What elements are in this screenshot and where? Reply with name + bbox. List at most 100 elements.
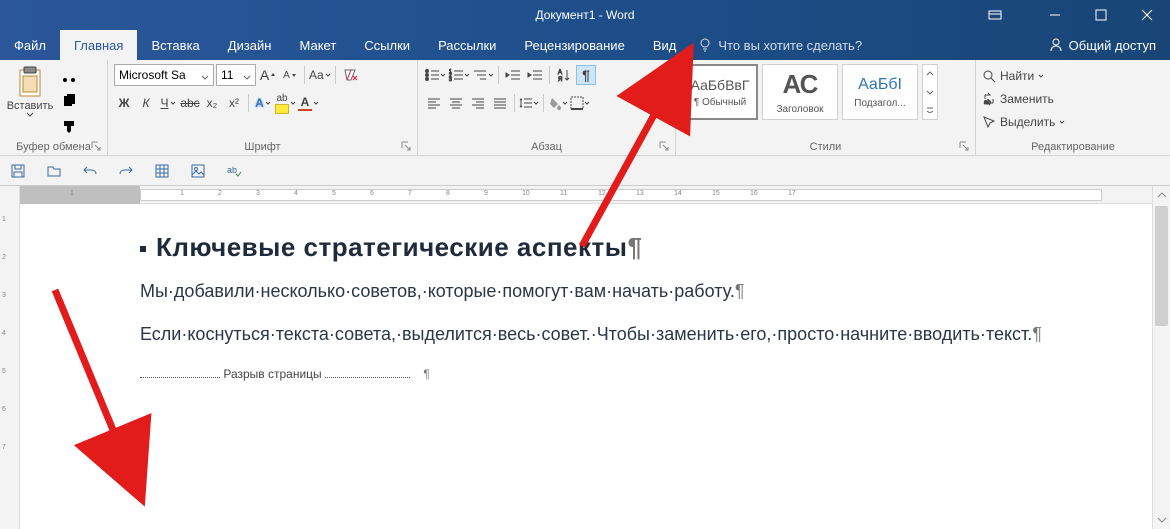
share-label: Общий доступ: [1069, 38, 1156, 53]
tab-home[interactable]: Главная: [60, 30, 137, 60]
highlight-button[interactable]: ab: [275, 93, 296, 113]
style-subheading-sample: АаБбІ: [858, 76, 902, 94]
qat-table-button[interactable]: [152, 161, 172, 181]
tab-review[interactable]: Рецензирование: [510, 30, 638, 60]
sort-button[interactable]: AЯ: [554, 65, 574, 85]
ribbon-tabs: Файл Главная Вставка Дизайн Макет Ссылки…: [0, 30, 1170, 60]
close-button[interactable]: [1124, 0, 1170, 30]
horizontal-ruler[interactable]: 1 1 2 3 4 5 6 7 8 9 10 11 12 13 14 15 16…: [20, 186, 1170, 204]
tell-me-search[interactable]: Что вы хотите сделать?: [698, 30, 862, 60]
clipboard-group-label: Буфер обмена: [6, 139, 101, 153]
show-paragraph-marks-button[interactable]: ¶: [576, 65, 596, 85]
svg-text:ab: ab: [984, 100, 991, 106]
paste-button[interactable]: Вставить: [6, 64, 54, 120]
tab-mailings[interactable]: Рассылки: [424, 30, 510, 60]
cut-button[interactable]: [58, 64, 80, 86]
group-editing: Найти ab Заменить Выделить Редактировани…: [976, 60, 1170, 155]
replace-button[interactable]: ab Заменить: [982, 89, 1054, 109]
change-case-button[interactable]: Aa: [309, 65, 331, 85]
document-heading[interactable]: Ключевые стратегические аспекты¶: [140, 232, 1150, 263]
qat-redo-button[interactable]: [116, 161, 136, 181]
quick-access-toolbar: ab: [0, 156, 1170, 186]
style-normal-sample: АаБбВвГ: [691, 77, 750, 93]
styles-dialog-launcher[interactable]: [959, 141, 969, 151]
text-effects-button[interactable]: A: [253, 93, 273, 113]
copy-button[interactable]: [58, 90, 80, 112]
styles-group-label: Стили: [682, 139, 969, 153]
style-normal-label: ¶ Обычный: [694, 97, 746, 108]
qat-picture-button[interactable]: [188, 161, 208, 181]
font-name-combo[interactable]: Microsoft Sa: [114, 64, 214, 86]
svg-text:ab: ab: [227, 165, 237, 175]
share-button[interactable]: Общий доступ: [1035, 30, 1170, 60]
style-heading-label: Заголовок: [776, 104, 823, 115]
paragraph-dialog-launcher[interactable]: [659, 141, 669, 151]
tab-view[interactable]: Вид: [639, 30, 691, 60]
grow-font-button[interactable]: A: [258, 65, 278, 85]
shading-button[interactable]: [548, 93, 568, 113]
vertical-scrollbar[interactable]: [1152, 186, 1170, 529]
style-heading[interactable]: АС Заголовок: [762, 64, 838, 120]
strikethrough-button[interactable]: abc: [180, 93, 200, 113]
vertical-ruler[interactable]: 1 2 3 4 5 6 7: [0, 186, 20, 529]
maximize-button[interactable]: [1078, 0, 1124, 30]
align-right-button[interactable]: [468, 93, 488, 113]
clear-formatting-button[interactable]: [340, 65, 360, 85]
page-body[interactable]: Ключевые стратегические аспекты¶ Мы·доба…: [20, 204, 1170, 381]
font-group-label: Шрифт: [114, 139, 411, 153]
line-spacing-button[interactable]: [519, 93, 539, 113]
tab-design[interactable]: Дизайн: [214, 30, 286, 60]
style-subheading[interactable]: АаБбІ Подзагол...: [842, 64, 918, 120]
qat-spelling-button[interactable]: ab: [224, 161, 244, 181]
qat-save-button[interactable]: [8, 161, 28, 181]
font-color-button[interactable]: A: [298, 93, 319, 113]
paste-label: Вставить: [7, 100, 54, 112]
align-justify-button[interactable]: [490, 93, 510, 113]
title-bar: Документ1 - Word: [0, 0, 1170, 30]
tab-layout[interactable]: Макет: [285, 30, 350, 60]
align-center-button[interactable]: [446, 93, 466, 113]
bullets-button[interactable]: [424, 65, 446, 85]
shrink-font-button[interactable]: A: [280, 65, 300, 85]
qat-undo-button[interactable]: [80, 161, 100, 181]
document-paragraph-2[interactable]: Если·коснуться·текста·совета,·выделится·…: [140, 320, 1140, 349]
document-paragraph-1[interactable]: Мы·добавили·несколько·советов,·которые·п…: [140, 277, 1140, 306]
increase-indent-button[interactable]: [525, 65, 545, 85]
tell-me-placeholder: Что вы хотите сделать?: [718, 38, 862, 53]
svg-text:A: A: [558, 70, 562, 76]
scroll-up-button[interactable]: [1153, 186, 1170, 204]
qat-open-button[interactable]: [44, 161, 64, 181]
select-button[interactable]: Выделить: [982, 112, 1065, 132]
decrease-indent-button[interactable]: [503, 65, 523, 85]
numbering-button[interactable]: 123: [448, 65, 470, 85]
ribbon-display-options-button[interactable]: [980, 0, 1010, 30]
tab-file[interactable]: Файл: [0, 30, 60, 60]
styles-gallery-more[interactable]: [922, 64, 938, 120]
document-page[interactable]: 1 1 2 3 4 5 6 7 8 9 10 11 12 13 14 15 16…: [20, 186, 1170, 529]
tab-insert[interactable]: Вставка: [137, 30, 213, 60]
svg-text:3: 3: [449, 77, 452, 82]
font-dialog-launcher[interactable]: [401, 141, 411, 151]
font-size-value: 11: [221, 68, 233, 82]
scroll-thumb[interactable]: [1155, 206, 1168, 326]
multilevel-list-button[interactable]: [472, 65, 494, 85]
style-heading-sample: АС: [783, 69, 818, 100]
scroll-down-button[interactable]: [1153, 511, 1170, 529]
tab-references[interactable]: Ссылки: [350, 30, 424, 60]
align-left-button[interactable]: [424, 93, 444, 113]
format-painter-button[interactable]: [58, 116, 80, 138]
subscript-button[interactable]: x₂: [202, 93, 222, 113]
find-button[interactable]: Найти: [982, 66, 1044, 86]
style-normal[interactable]: АаБбВвГ ¶ Обычный: [682, 64, 758, 120]
bold-button[interactable]: Ж: [114, 93, 134, 113]
style-subheading-label: Подзагол...: [854, 98, 905, 109]
borders-button[interactable]: [570, 93, 590, 113]
superscript-button[interactable]: x²: [224, 93, 244, 113]
group-styles: АаБбВвГ ¶ Обычный АС Заголовок АаБбІ Под…: [676, 60, 976, 155]
clipboard-dialog-launcher[interactable]: [91, 141, 101, 151]
font-size-combo[interactable]: 11: [216, 64, 256, 86]
underline-button[interactable]: Ч: [158, 93, 178, 113]
minimize-button[interactable]: [1032, 0, 1078, 30]
page-break-marker[interactable]: Разрыв страницы ¶: [140, 367, 440, 381]
italic-button[interactable]: К: [136, 93, 156, 113]
